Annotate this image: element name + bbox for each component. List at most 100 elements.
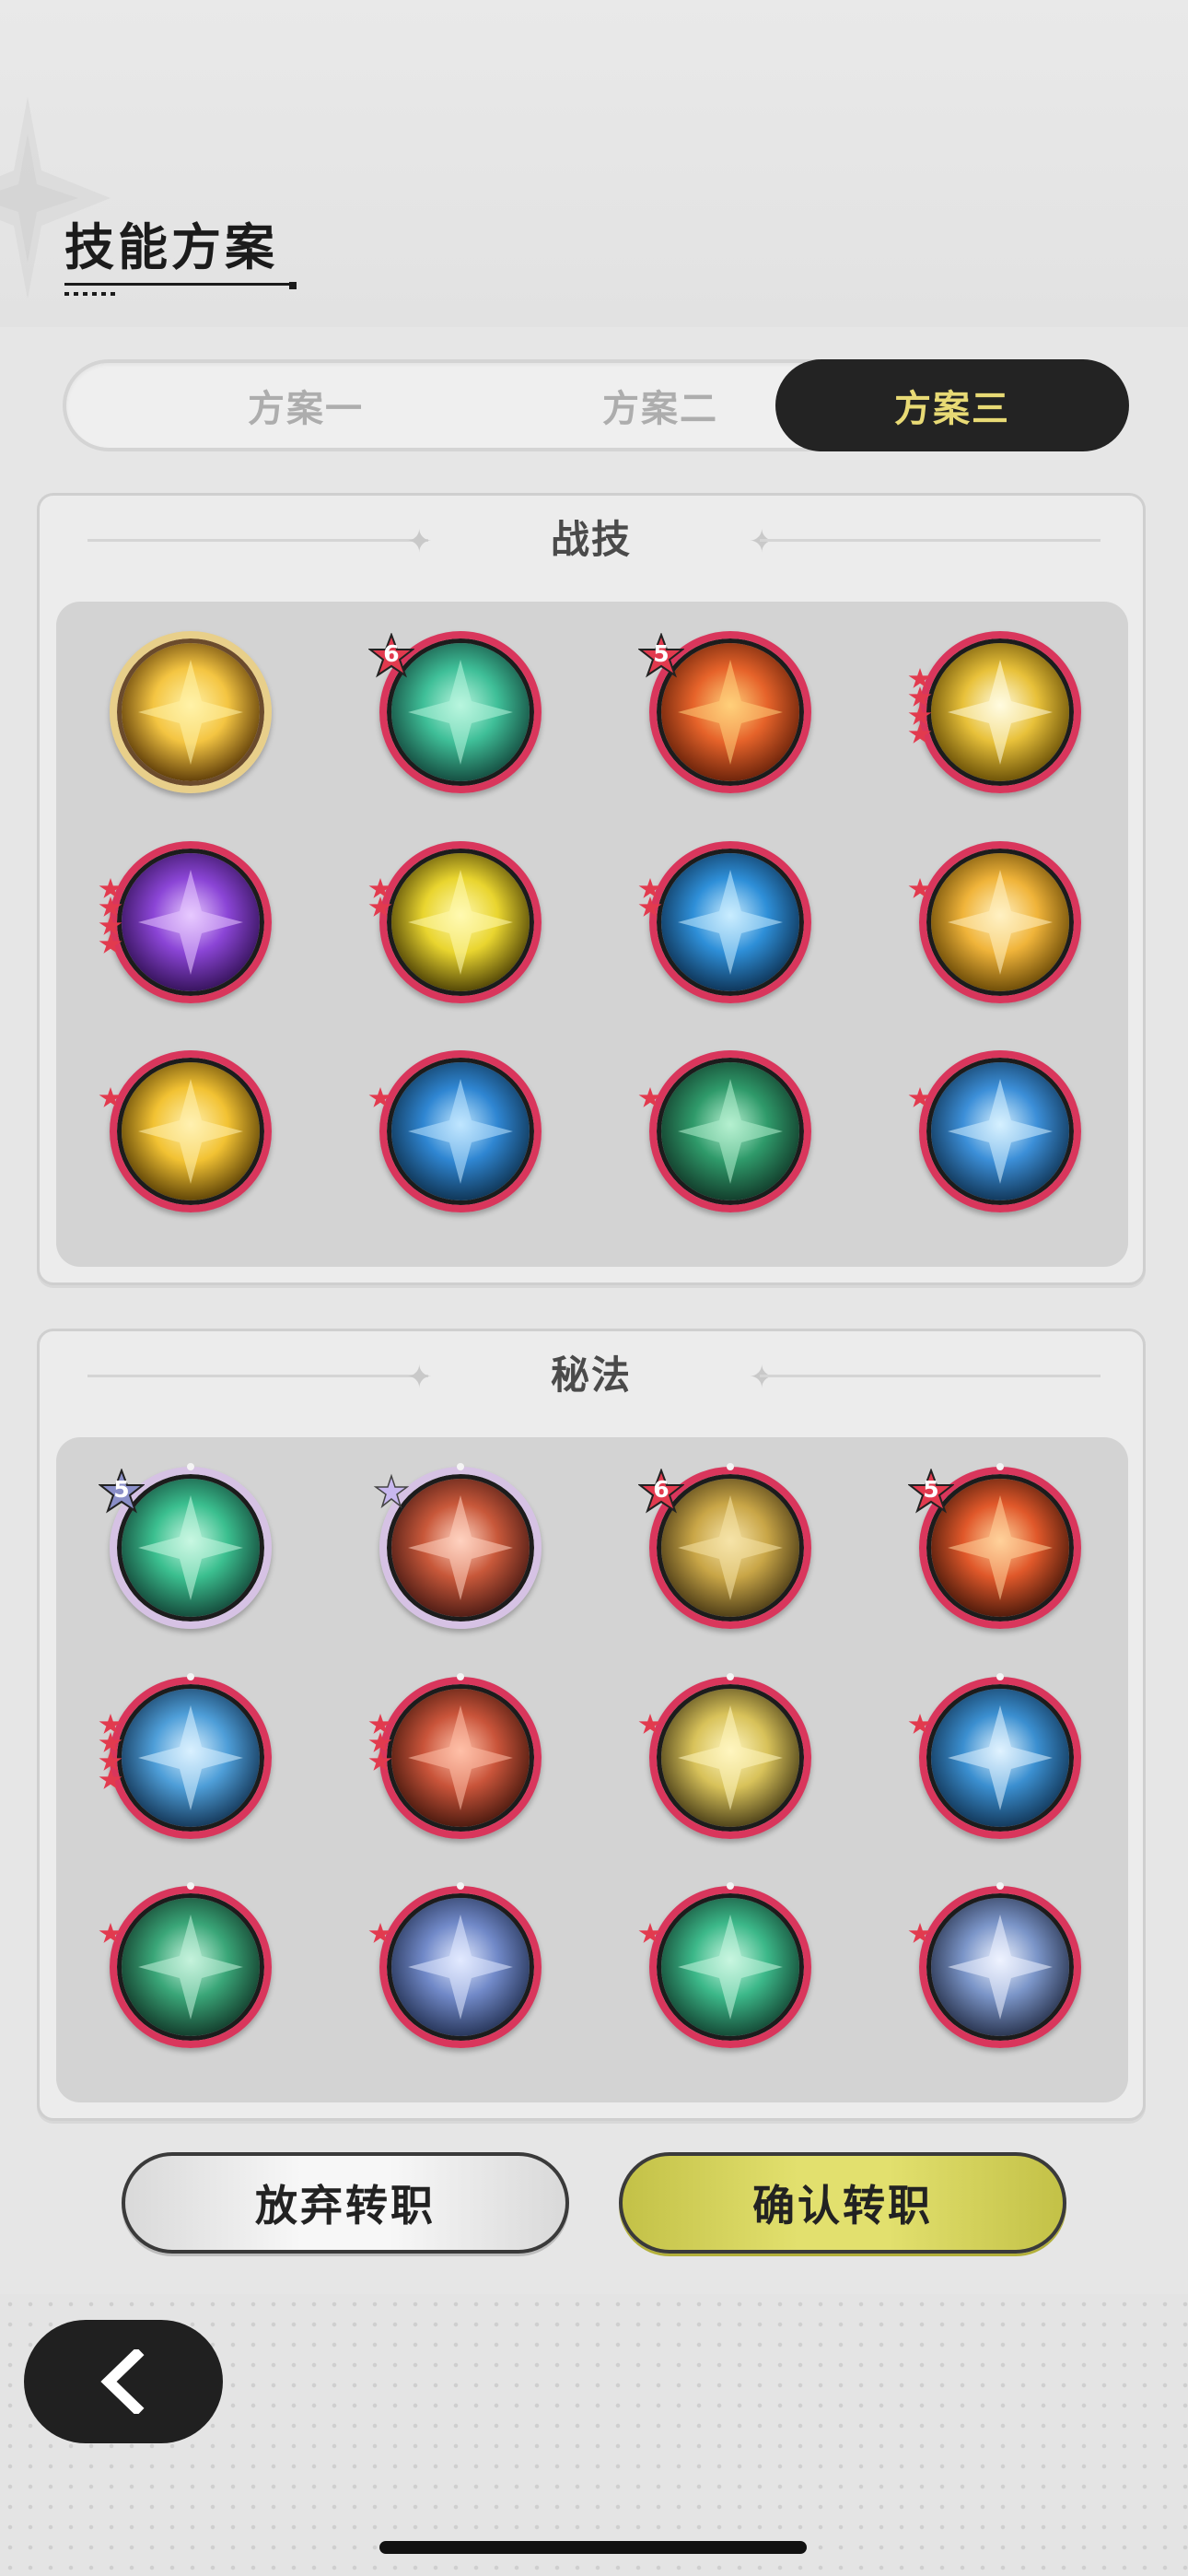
skill-slot[interactable]: 5 bbox=[637, 631, 811, 793]
panel-header: ✦ 秘法 ✦ bbox=[40, 1331, 1143, 1423]
skill-frame bbox=[919, 1050, 1081, 1212]
skill-slot[interactable] bbox=[638, 841, 811, 1003]
header-divider bbox=[760, 539, 1101, 542]
holo-star-icon bbox=[368, 1469, 414, 1515]
tab-plan-1[interactable]: 方案一 bbox=[131, 359, 481, 451]
skill-frame bbox=[919, 841, 1081, 1003]
skill-frame bbox=[649, 841, 811, 1003]
skill-slot[interactable]: 6 bbox=[367, 631, 542, 793]
header-divider bbox=[760, 1375, 1101, 1377]
rank-stars bbox=[638, 1714, 664, 1734]
frame-dot bbox=[727, 1463, 734, 1470]
skill-slot[interactable] bbox=[908, 1673, 1081, 1839]
frame-dot bbox=[457, 1463, 464, 1470]
level-number: 6 bbox=[653, 1476, 670, 1503]
skill-slot[interactable]: 5 bbox=[907, 1463, 1081, 1629]
frame-dot bbox=[187, 1882, 194, 1890]
chevron-left-icon bbox=[100, 2349, 145, 2414]
page-title: 技能方案 bbox=[64, 218, 278, 276]
combat-skills-panel: ✦ 战技 ✦ 65 bbox=[37, 493, 1146, 1285]
arcane-skills-panel: ✦ 秘法 ✦ 5 6 5 bbox=[37, 1329, 1146, 2121]
frame-dot bbox=[727, 1882, 734, 1890]
skill-frame bbox=[110, 1677, 272, 1839]
frame-dot bbox=[727, 1673, 734, 1680]
level-star-badge: 6 bbox=[637, 1468, 685, 1515]
skill-frame bbox=[110, 841, 272, 1003]
skill-frame bbox=[379, 1050, 542, 1212]
skill-slot[interactable] bbox=[373, 1463, 542, 1629]
skill-slot[interactable] bbox=[908, 631, 1081, 793]
frame-dot bbox=[996, 1673, 1004, 1680]
skill-frame bbox=[379, 1677, 542, 1839]
skill-frame bbox=[919, 1677, 1081, 1839]
arcane-skills-grid: 5 6 5 bbox=[56, 1437, 1128, 2102]
frame-dot bbox=[187, 1463, 194, 1470]
level-number: 5 bbox=[113, 1476, 130, 1503]
skill-slot[interactable] bbox=[638, 1882, 811, 2048]
skill-slot[interactable] bbox=[908, 1882, 1081, 2048]
rank-stars bbox=[908, 1714, 934, 1734]
level-star-badge: 5 bbox=[637, 632, 685, 679]
skill-frame bbox=[919, 1886, 1081, 2048]
skill-slot[interactable]: 5 bbox=[98, 1463, 272, 1629]
back-button[interactable] bbox=[24, 2320, 223, 2443]
rank-stars bbox=[368, 1714, 394, 1771]
level-star-badge: 5 bbox=[907, 1468, 955, 1515]
level-star-badge: 6 bbox=[367, 632, 415, 679]
level-star-badge: 5 bbox=[98, 1468, 146, 1515]
frame-dot bbox=[457, 1673, 464, 1680]
skill-slot[interactable]: 6 bbox=[637, 1463, 811, 1629]
rank-stars bbox=[99, 1714, 124, 1789]
tab-plan-3[interactable]: 方案三 bbox=[775, 359, 1129, 451]
skill-slot[interactable] bbox=[368, 1050, 542, 1212]
skill-slot[interactable] bbox=[638, 1673, 811, 1839]
frame-dot bbox=[996, 1882, 1004, 1890]
abandon-class-change-button[interactable]: 放弃转职 bbox=[122, 2152, 569, 2254]
skill-frame bbox=[649, 1886, 811, 2048]
combat-skills-grid: 65 bbox=[56, 602, 1128, 1267]
level-number: 5 bbox=[923, 1476, 939, 1503]
skill-slot[interactable] bbox=[368, 1882, 542, 2048]
skill-slot[interactable] bbox=[99, 841, 272, 1003]
skill-slot[interactable] bbox=[368, 1673, 542, 1839]
rank-stars bbox=[638, 878, 664, 917]
skill-slot[interactable] bbox=[368, 841, 542, 1003]
skill-slot[interactable] bbox=[908, 841, 1081, 1003]
skill-slot[interactable] bbox=[99, 1673, 272, 1839]
sparkle-icon: ✦ bbox=[749, 1359, 775, 1396]
skill-slot[interactable] bbox=[110, 631, 272, 793]
skill-slot[interactable] bbox=[99, 1882, 272, 2048]
skill-frame bbox=[649, 1677, 811, 1839]
home-indicator bbox=[379, 2541, 807, 2554]
rank-stars bbox=[638, 1087, 664, 1107]
skill-frame bbox=[379, 1886, 542, 2048]
panel-header: ✦ 战技 ✦ bbox=[40, 496, 1143, 588]
rank-stars bbox=[368, 1087, 394, 1107]
rank-stars bbox=[99, 878, 124, 954]
rank-stars bbox=[908, 1923, 934, 1943]
skill-slot[interactable] bbox=[908, 1050, 1081, 1212]
skill-frame bbox=[379, 841, 542, 1003]
rank-stars bbox=[99, 1923, 124, 1943]
frame-dot bbox=[996, 1463, 1004, 1470]
rank-stars bbox=[908, 1087, 934, 1107]
level-number: 5 bbox=[653, 640, 670, 667]
skill-frame bbox=[110, 1886, 272, 2048]
confirm-class-change-button[interactable]: 确认转职 bbox=[619, 2152, 1066, 2254]
skill-frame bbox=[110, 1050, 272, 1212]
title-tick bbox=[289, 282, 297, 289]
title-underline bbox=[64, 283, 291, 286]
level-number: 6 bbox=[383, 640, 400, 667]
rank-stars bbox=[368, 1923, 394, 1943]
skill-frame bbox=[649, 1050, 811, 1212]
rank-stars bbox=[908, 668, 934, 744]
rank-stars bbox=[99, 1087, 124, 1107]
skill-slot[interactable] bbox=[99, 1050, 272, 1212]
frame-dot bbox=[187, 1673, 194, 1680]
rank-stars bbox=[638, 1923, 664, 1943]
title-dots bbox=[64, 292, 118, 296]
skill-frame bbox=[110, 631, 272, 793]
skill-slot[interactable] bbox=[638, 1050, 811, 1212]
rank-stars bbox=[368, 878, 394, 917]
rank-stars bbox=[908, 878, 934, 898]
